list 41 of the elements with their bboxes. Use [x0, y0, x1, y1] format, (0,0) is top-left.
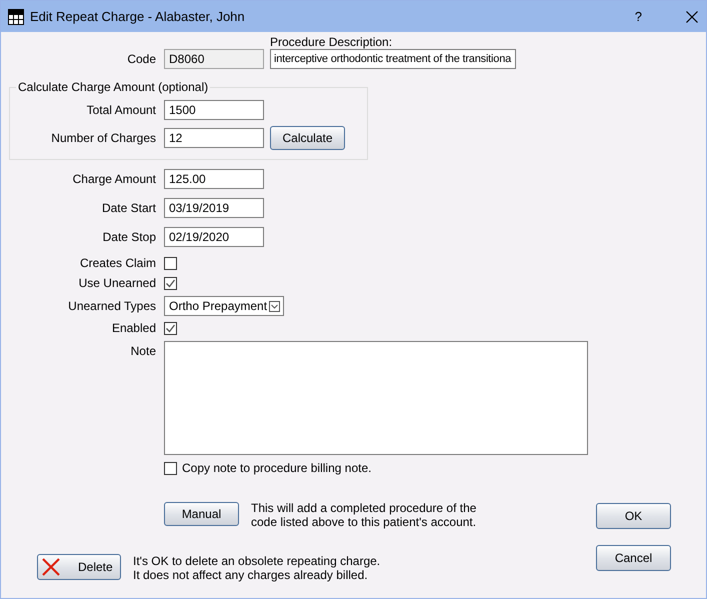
ok-button[interactable]: OK	[596, 503, 671, 529]
caret-icon	[269, 300, 280, 312]
field-label: Date Stop	[102, 230, 156, 244]
calculate-button[interactable]: Calculate	[270, 126, 345, 150]
cross-icon	[42, 558, 60, 576]
checkbox[interactable]	[164, 256, 177, 270]
close-icon[interactable]	[686, 10, 698, 22]
field-label: Enabled	[110, 321, 156, 335]
input-field[interactable]: 1500	[164, 100, 264, 120]
grid-icon	[8, 8, 24, 24]
dropdown-value: Ortho Prepayment	[169, 299, 268, 313]
field-label: Unearned Types	[67, 299, 156, 313]
field-label: Date Start	[100, 201, 156, 215]
field-label: Creates Claim	[78, 256, 156, 270]
field-label: Code	[126, 52, 156, 66]
description-field[interactable]: interceptive orthodontic treatment of the transitiona	[270, 49, 516, 69]
checkbox-label: Copy note to procedure billing note.	[182, 461, 372, 475]
manual-button[interactable]: Manual	[164, 502, 239, 526]
info-text: It's OK to delete an obsolete repeating charge. It does not affect any charges already billed.	[133, 554, 380, 582]
info-text: This will add a completed procedure of the code listed above to this patient's account.	[251, 501, 476, 529]
code-field: D8060	[164, 49, 264, 69]
checkbox[interactable]	[164, 322, 177, 334]
field-label: Note	[130, 344, 156, 358]
window-title: Edit Repeat Charge - Alabaster, John	[30, 9, 246, 24]
note-field[interactable]	[164, 341, 588, 455]
input-field[interactable]: 12	[164, 128, 264, 148]
group-title: Calculate Charge Amount (optional)	[16, 80, 210, 94]
help-button[interactable]: ?	[634, 9, 642, 24]
input-field[interactable]: 03/19/2019	[164, 198, 264, 218]
checkbox[interactable]	[164, 276, 177, 290]
field-label: Total Amount	[86, 103, 156, 117]
dropdown[interactable]: Ortho Prepayment	[164, 296, 284, 316]
field-label: Charge Amount	[72, 172, 156, 186]
checkbox[interactable]	[164, 462, 177, 474]
field-label: Use Unearned	[78, 276, 156, 290]
input-field[interactable]: 125.00	[164, 169, 264, 189]
cancel-button[interactable]: Cancel	[596, 545, 671, 571]
input-field[interactable]: 02/19/2020	[164, 227, 264, 247]
delete-button[interactable]: Delete	[37, 554, 121, 580]
field-label: Procedure Description:	[270, 35, 394, 49]
field-label: Number of Charges	[50, 131, 156, 145]
